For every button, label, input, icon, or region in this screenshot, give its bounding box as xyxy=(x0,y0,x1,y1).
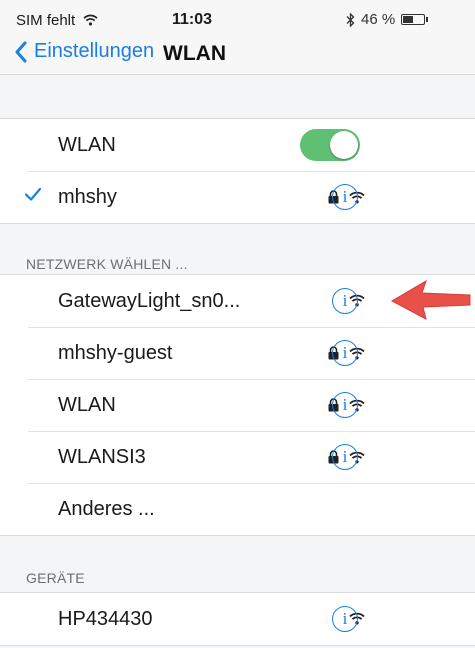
info-button[interactable]: i xyxy=(332,288,358,314)
choose-network-header: NETZWERK WÄHLEN ... xyxy=(26,256,188,272)
row-divider xyxy=(28,379,475,380)
toggle-knob xyxy=(330,131,358,159)
carrier-text: SIM fehlt xyxy=(16,12,76,29)
row-divider xyxy=(28,431,475,432)
wlan-label: WLAN xyxy=(58,134,116,156)
other-network-row[interactable]: Anderes ... xyxy=(0,483,475,535)
device-row[interactable]: HP434430 i xyxy=(0,593,475,645)
network-row[interactable]: WLANSI3 i xyxy=(0,431,475,483)
status-bar: SIM fehlt 11:03 46 % xyxy=(0,0,475,34)
wifi-icon xyxy=(83,14,98,26)
connected-network-name: mhshy xyxy=(58,186,117,208)
checkmark-icon xyxy=(24,187,42,201)
battery-level xyxy=(403,16,414,23)
row-divider xyxy=(28,171,475,172)
wlan-toggle-row: WLAN xyxy=(0,119,475,171)
battery-icon xyxy=(401,14,429,25)
page-title: WLAN xyxy=(163,42,226,65)
network-row[interactable]: WLAN i xyxy=(0,379,475,431)
network-name: GatewayLight_sn0... xyxy=(58,290,241,312)
network-name: mhshy-guest xyxy=(58,342,173,364)
connected-network-row[interactable]: mhshy i xyxy=(0,171,475,223)
back-label: Einstellungen xyxy=(34,40,155,62)
chevron-left-icon xyxy=(15,41,27,62)
network-name: WLANSI3 xyxy=(58,446,146,468)
arrow-left-icon xyxy=(390,279,471,320)
info-button[interactable]: i xyxy=(332,606,358,632)
navigation-bar: Einstellungen WLAN xyxy=(0,34,475,75)
wlan-toggle[interactable] xyxy=(300,129,360,161)
status-right: 46 % xyxy=(346,11,429,28)
wlan-group: WLAN mhshy i xyxy=(0,118,475,224)
device-name: HP434430 xyxy=(58,608,153,630)
info-button[interactable]: i xyxy=(332,340,358,366)
devices-group: HP434430 i xyxy=(0,592,475,646)
bluetooth-icon xyxy=(346,12,355,27)
network-name: WLAN xyxy=(58,394,116,416)
info-button[interactable]: i xyxy=(332,444,358,470)
info-button[interactable]: i xyxy=(332,184,358,210)
back-button[interactable]: Einstellungen xyxy=(14,40,154,63)
battery-percent: 46 % xyxy=(361,11,396,28)
row-divider xyxy=(28,483,475,484)
row-divider xyxy=(28,327,475,328)
status-carrier: SIM fehlt xyxy=(16,12,98,29)
devices-header: GERÄTE xyxy=(26,570,85,586)
status-time: 11:03 xyxy=(172,11,213,28)
other-network-label: Anderes ... xyxy=(58,498,155,520)
info-button[interactable]: i xyxy=(332,392,358,418)
network-row[interactable]: mhshy-guest i xyxy=(0,327,475,379)
